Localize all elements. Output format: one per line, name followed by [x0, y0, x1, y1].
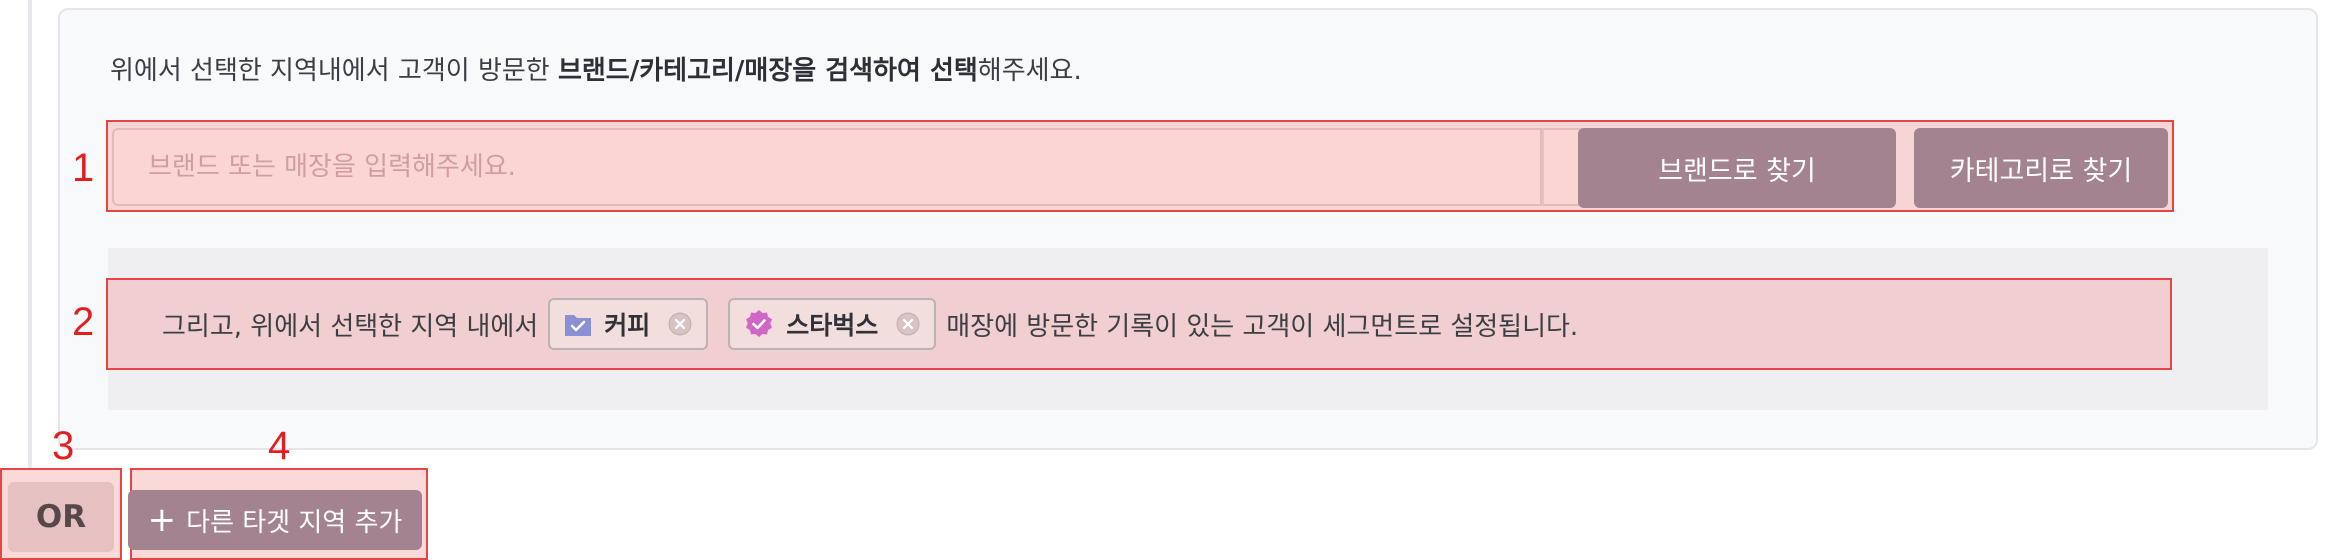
- selection-summary-row: 그리고, 위에서 선택한 지역 내에서 커피 스타벅스 매장에 방문한 기록이 …: [106, 278, 2172, 370]
- chip-label: 스타벅스: [786, 311, 879, 340]
- instruction-text: 위에서 선택한 지역내에서 고객이 방문한 브랜드/카테고리/매장을 검색하여 …: [110, 50, 1082, 87]
- summary-suffix: 매장에 방문한 기록이 있는 고객이 세그먼트로 설정됩니다.: [946, 311, 1579, 342]
- chip-category-coffee: 커피: [548, 298, 709, 350]
- marker-4: 4: [268, 424, 291, 468]
- plus-icon: +: [147, 500, 177, 540]
- chip-label: 커피: [604, 311, 651, 340]
- summary-prefix: 그리고, 위에서 선택한 지역 내에서: [162, 311, 539, 342]
- instruction-suffix: 해주세요.: [977, 56, 1082, 86]
- search-placeholder: 브랜드 또는 매장을 입력해주세요.: [148, 152, 516, 182]
- instruction-emphasis: 브랜드/카테고리/매장을 검색하여 선택: [557, 56, 978, 86]
- brand-search-input[interactable]: 브랜드 또는 매장을 입력해주세요.: [112, 128, 1542, 206]
- marker-3: 3: [52, 424, 75, 468]
- find-by-brand-button[interactable]: 브랜드로 찾기: [1578, 128, 1896, 208]
- remove-chip-icon[interactable]: [896, 312, 920, 336]
- add-target-region-button[interactable]: + 다른 타겟 지역 추가: [128, 490, 422, 550]
- folder-check-icon: [564, 311, 592, 337]
- add-region-label: 다른 타겟 지역 추가: [186, 507, 403, 538]
- marker-2: 2: [72, 300, 95, 344]
- verified-badge-icon: [744, 309, 774, 339]
- marker-1: 1: [72, 146, 95, 190]
- or-button[interactable]: OR: [8, 482, 114, 552]
- remove-chip-icon[interactable]: [668, 312, 692, 336]
- chip-brand-starbucks: 스타벅스: [728, 298, 937, 350]
- vertical-guide-line: [28, 0, 32, 470]
- instruction-prefix: 위에서 선택한 지역내에서 고객이 방문한: [110, 56, 558, 86]
- search-row-highlight: 브랜드 또는 매장을 입력해주세요. 브랜드로 찾기 카테고리로 찾기: [106, 120, 2174, 212]
- find-by-category-button[interactable]: 카테고리로 찾기: [1914, 128, 2168, 208]
